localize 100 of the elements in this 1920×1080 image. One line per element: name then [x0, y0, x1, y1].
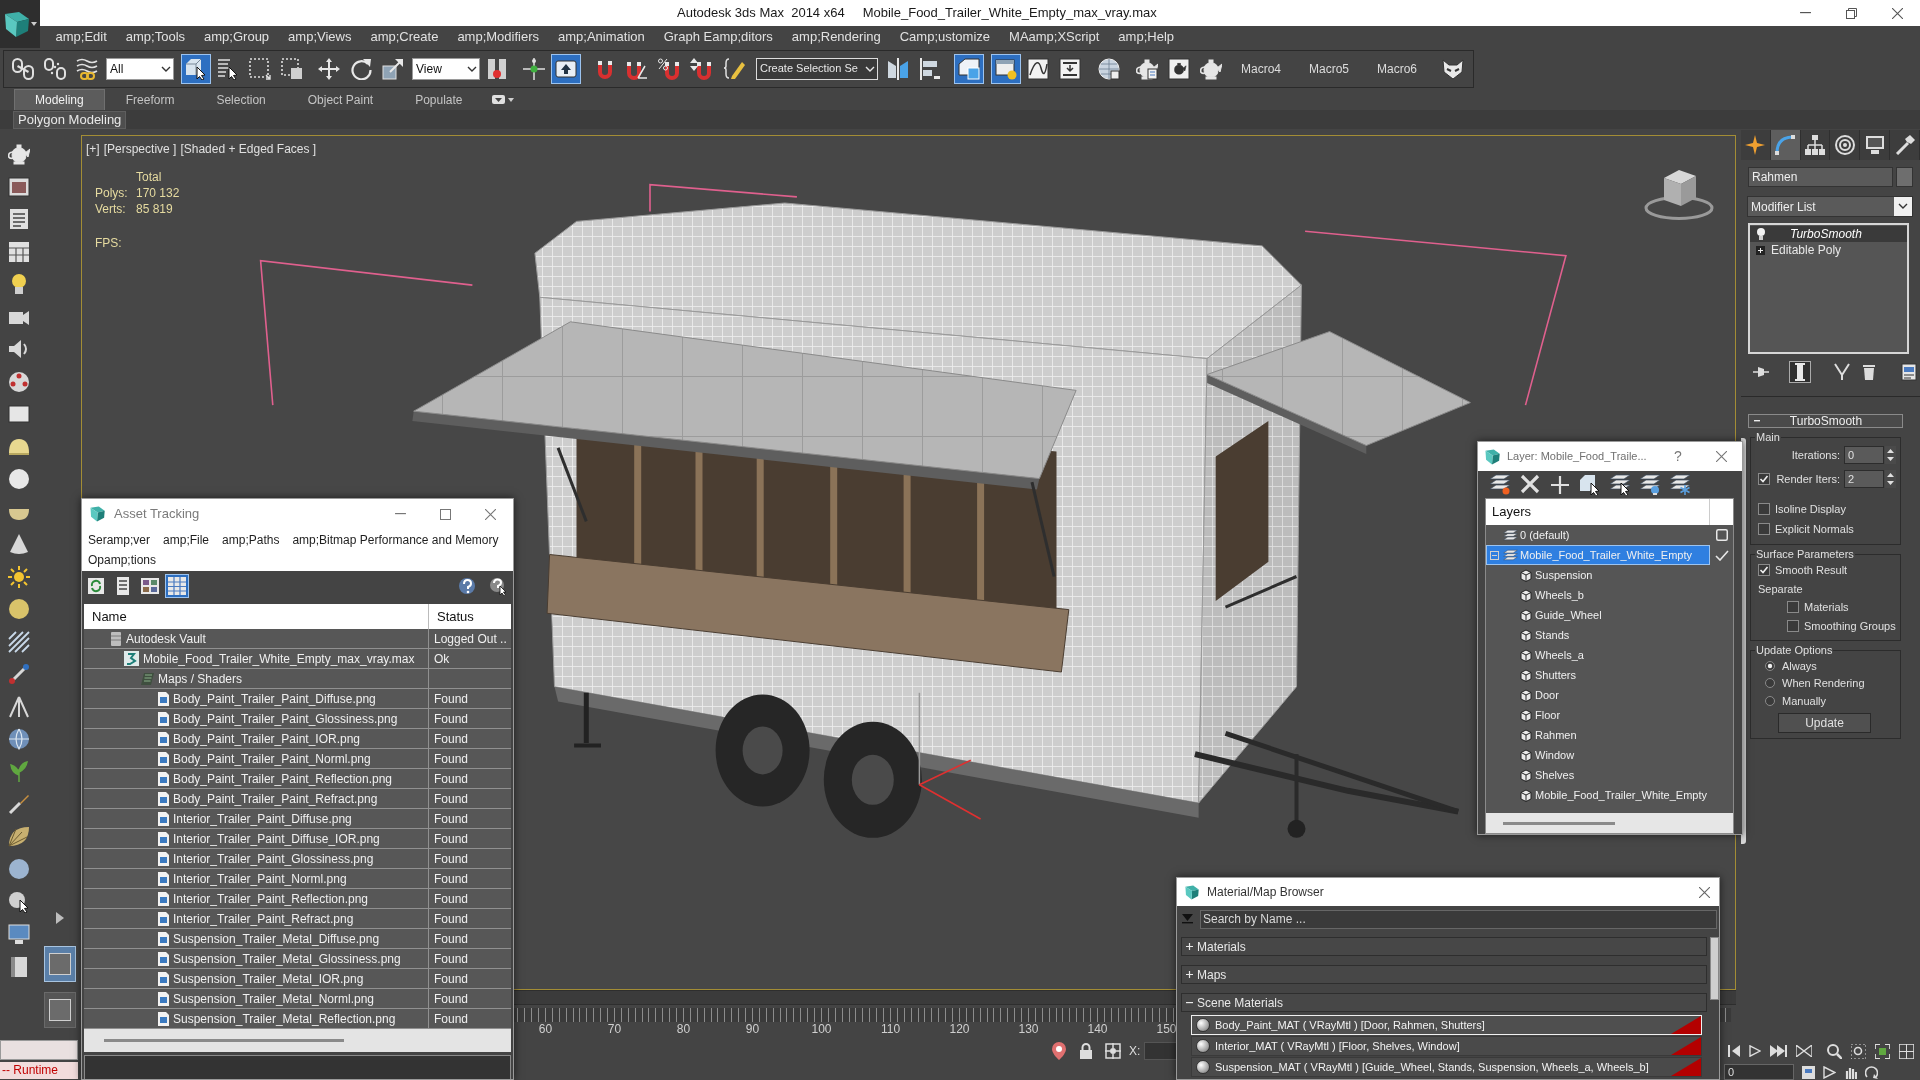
radio-button[interactable] — [1765, 678, 1775, 689]
layer-row[interactable]: Shutters — [1486, 665, 1710, 685]
layers-bulb-icon[interactable] — [1639, 474, 1661, 495]
column-header[interactable]: Layers — [1486, 499, 1710, 525]
disc-icon[interactable] — [8, 598, 30, 620]
table-row[interactable]: Interior_Trailer_Paint_Glossiness.png Found — [84, 849, 511, 869]
viewport-label[interactable]: [Perspective ] — [103, 140, 177, 158]
update-button[interactable]: Update — [1778, 712, 1871, 733]
speaker-icon[interactable] — [8, 338, 30, 360]
viewport-label[interactable]: [+] — [86, 140, 100, 158]
column-header[interactable]: Name — [84, 604, 429, 629]
square-icon[interactable] — [1715, 529, 1728, 541]
group-header[interactable]: Maps — [1181, 965, 1707, 984]
spinner-field[interactable]: 0 — [1844, 446, 1884, 464]
layer-row[interactable]: Mobile_Food_Trailer_White_Empty — [1486, 785, 1710, 805]
menu-item[interactable]: amp;Tools — [116, 26, 195, 48]
layer-row[interactable]: Guide_Wheel — [1486, 605, 1710, 625]
menu-item[interactable]: amp;Rendering — [782, 26, 891, 48]
layer-manager-button[interactable] — [991, 53, 1021, 84]
plus-icon[interactable] — [1549, 474, 1571, 495]
menu-item[interactable]: amp;Group — [194, 26, 279, 48]
magnifier-plus-icon[interactable] — [1827, 1043, 1842, 1059]
cross-icon[interactable] — [1519, 474, 1541, 495]
menu-item[interactable]: amp;Modifiers — [447, 26, 549, 48]
group-header[interactable]: Scene Materials — [1181, 993, 1707, 1012]
play-arrow-icon[interactable] — [55, 912, 64, 924]
menu-item[interactable]: amp;Help — [1108, 26, 1184, 48]
search-field[interactable]: Search by Name ... — [1200, 909, 1717, 929]
menu-item[interactable]: amp;File — [163, 530, 210, 550]
table-row[interactable]: Suspension_Trailer_Metal_Norml.png Found — [84, 989, 511, 1009]
layers-cursor-icon[interactable] — [1609, 474, 1631, 495]
current-layer-check-icon[interactable] — [1714, 549, 1729, 561]
checkbox[interactable] — [1758, 564, 1770, 577]
radio-button[interactable] — [1765, 695, 1775, 706]
bulb-icon[interactable] — [1757, 228, 1765, 240]
layers-snowflake-icon[interactable] — [1669, 474, 1691, 495]
macro-button[interactable]: Macro6 — [1364, 53, 1430, 84]
table-row[interactable]: Autodesk Vault Logged Out .. — [84, 629, 511, 649]
table-view-button[interactable] — [165, 574, 189, 598]
leaf-icon[interactable] — [8, 825, 30, 848]
table-row[interactable]: Body_Paint_Trailer_Paint_IOR.png Found — [84, 729, 511, 749]
table-row[interactable]: Mobile_Food_Trailer_White_Empty_max_vray.max Ok — [84, 649, 511, 669]
create-tab[interactable] — [1741, 130, 1771, 160]
screen-icon[interactable] — [8, 923, 30, 945]
menu-item[interactable]: amp;Views — [278, 26, 361, 48]
checkbox[interactable] — [1758, 523, 1770, 535]
layer-row[interactable]: Suspension — [1486, 565, 1710, 585]
layer-row[interactable]: Shelves — [1486, 765, 1710, 785]
material-item[interactable]: Suspension_MAT ( VRayMtl ) [Guide_Wheel, Stands, Suspension, Wheels_a, Wheels_b] — [1191, 1057, 1702, 1077]
object-name-field[interactable]: Rahmen — [1748, 167, 1893, 187]
sphere-icon[interactable] — [8, 858, 30, 880]
ribbon-panel-button[interactable]: Polygon Modeling — [13, 110, 127, 129]
viewport-grid-icon[interactable] — [1899, 1043, 1914, 1059]
frame-field[interactable]: 0 — [1724, 1064, 1794, 1080]
grid-window-icon[interactable] — [8, 240, 30, 263]
shortcut-override-button[interactable] — [551, 53, 581, 84]
table-row[interactable]: Body_Paint_Trailer_Paint_Glossiness.png Found — [84, 709, 511, 729]
stack-item[interactable]: TurboSmooth — [1750, 226, 1907, 242]
list-icon[interactable] — [8, 208, 30, 230]
square-tile-icon[interactable] — [1802, 1065, 1815, 1079]
bowtie-icon[interactable] — [1796, 1045, 1812, 1057]
script-input-field[interactable] — [0, 1040, 78, 1060]
menu-item[interactable]: Graph Eamp;ditors — [654, 26, 783, 48]
show-end-result-button[interactable] — [1789, 361, 1811, 383]
target-icon[interactable] — [1105, 1043, 1121, 1059]
sun-icon[interactable] — [8, 565, 30, 588]
application-menu-button[interactable] — [0, 0, 40, 48]
layer-row[interactable]: Floor — [1486, 705, 1710, 725]
motion-tab[interactable] — [1830, 130, 1861, 160]
brush-icon[interactable] — [8, 793, 30, 815]
select-object-button[interactable] — [181, 53, 211, 84]
book-icon[interactable] — [8, 955, 30, 978]
scrollbar[interactable] — [1486, 813, 1733, 833]
menu-item[interactable]: Seramp;ver — [88, 530, 151, 550]
table-row[interactable]: Suspension_Trailer_Metal_Reflection.png Found — [84, 1009, 511, 1029]
group-header[interactable]: Materials — [1181, 937, 1707, 956]
scrollbar[interactable] — [84, 1029, 511, 1052]
viewport-label[interactable]: [Shaded + Edged Faces ] — [180, 140, 317, 158]
configure-sets-button[interactable] — [1898, 361, 1920, 383]
help-button[interactable]: ? — [1670, 442, 1686, 471]
orbit-arrow-icon[interactable] — [1865, 1065, 1878, 1079]
checkbox[interactable] — [1787, 601, 1799, 614]
tripod-icon[interactable] — [8, 695, 30, 718]
viewport-layout-tab[interactable] — [43, 992, 76, 1028]
layer-row[interactable]: Stands — [1486, 625, 1710, 645]
plant-icon[interactable] — [8, 760, 30, 783]
spinner-field[interactable]: 2 — [1844, 470, 1884, 488]
spinner-arrows-icon[interactable] — [1885, 446, 1896, 464]
dropdown[interactable]: Create Selection Se — [756, 57, 878, 80]
material-item[interactable]: Body_Paint_MAT ( VRayMtl ) [Door, Rahmen, Shutters] — [1191, 1015, 1702, 1035]
layer-row[interactable]: Mobile_Food_Trailer_White_Empty — [1486, 545, 1710, 565]
ribbon-tab[interactable]: Freeform — [104, 89, 196, 110]
menu-item[interactable]: amp;Edit — [46, 26, 117, 48]
path-field[interactable] — [84, 1055, 511, 1079]
table-row[interactable]: Suspension_Trailer_Metal_Glossiness.png Found — [84, 949, 511, 969]
ribbon-tab[interactable]: Modeling — [14, 89, 105, 110]
frame-window-icon[interactable] — [8, 175, 30, 198]
expand-icon[interactable] — [1756, 245, 1765, 255]
table-row[interactable]: Suspension_Trailer_Metal_Diffuse.png Found — [84, 929, 511, 949]
table-row[interactable]: Interior_Trailer_Paint_Reflection.png Found — [84, 889, 511, 909]
